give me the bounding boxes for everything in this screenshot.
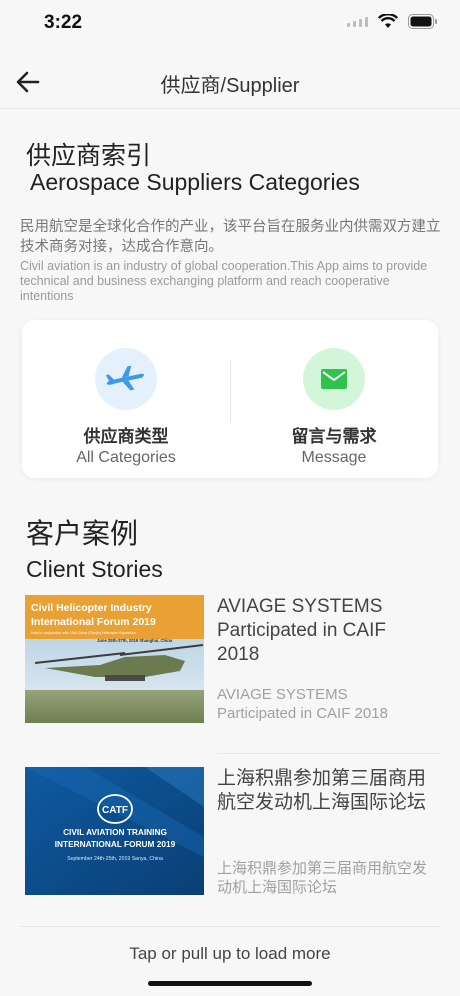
list-bottom-separator [20, 926, 440, 927]
message-label-zh: 留言与需求 [291, 427, 377, 446]
supplier-index-title-en: Aerospace Suppliers Categories [30, 169, 360, 195]
banner-line-1: Civil Helicopter Industry [31, 602, 152, 614]
client-stories-title-zh: 客户案例 [26, 518, 139, 549]
message-icon-circle [303, 348, 365, 410]
story-separator [217, 753, 441, 754]
status-icons [347, 14, 438, 29]
supplier-index-title-zh: 供应商索引 [26, 142, 152, 170]
intro-text-zh: 民用航空是全球化合作的产业，该平台旨在服务业内供需双方建立技术商务对接，达成合作… [20, 219, 441, 255]
story-subtitle: AVIAGE SYSTEMS Participated in CAIF 2018 [217, 686, 388, 722]
story-thumbnail-catf: CATF CIVIL AVIATION TRAINING INTERNATION… [25, 767, 204, 895]
banner-line-1: CIVIL AVIATION TRAINING [63, 827, 167, 837]
story-title: 上海积鼎参加第三届商用航空发动机上海国际论坛 [217, 768, 427, 813]
status-bar: 3:22 [0, 0, 460, 50]
client-stories-title-en: Client Stories [26, 556, 163, 582]
cellular-signal-icon [347, 16, 368, 27]
load-more-text[interactable]: Tap or pull up to load more [0, 944, 460, 964]
all-categories-button[interactable]: 供应商类型 All Categories [22, 348, 230, 467]
story-subtitle: 上海积鼎参加第三届商用航空发动机上海国际论坛 [217, 860, 428, 896]
status-time: 3:22 [44, 12, 83, 33]
all-categories-label-zh: 供应商类型 [83, 427, 169, 446]
banner-date: September 24th-25th, 2019 Sanya, China [67, 856, 163, 862]
home-indicator [148, 981, 312, 986]
story-title: AVIAGE SYSTEMS Participated in CAIF 2018 [217, 596, 386, 665]
airplane-icon [105, 365, 144, 391]
wifi-icon [378, 14, 398, 28]
banner-line-2: International Forum 2019 [31, 616, 156, 628]
category-card: 供应商类型 All Categories 留言与需求 Message [22, 320, 438, 478]
banner-line-2: INTERNATIONAL FORUM 2019 [55, 839, 176, 849]
navigation-bar: 供应商/Supplier [0, 56, 460, 109]
story-thumbnail-helicopter: Civil Helicopter Industry International … [25, 595, 204, 723]
envelope-icon [321, 369, 347, 389]
category-icon-circle [95, 348, 157, 410]
banner-date: June 25th-27th, 2019 Shanghai, China [97, 638, 173, 643]
battery-icon [408, 14, 437, 29]
intro-text-en: Civil aviation is an industry of global … [20, 259, 428, 303]
page-title: 供应商/Supplier [160, 75, 300, 97]
message-button[interactable]: 留言与需求 Message [230, 348, 438, 467]
story-item-1[interactable]: Civil Helicopter Industry International … [25, 595, 435, 725]
banner-small-text: Held in conjunction with 10th China (Tia… [31, 631, 136, 635]
story-item-2[interactable]: CATF CIVIL AVIATION TRAINING INTERNATION… [25, 767, 435, 897]
all-categories-label-en: All Categories [76, 449, 176, 466]
message-label-en: Message [301, 449, 367, 466]
banner-logo: CATF [102, 805, 128, 816]
